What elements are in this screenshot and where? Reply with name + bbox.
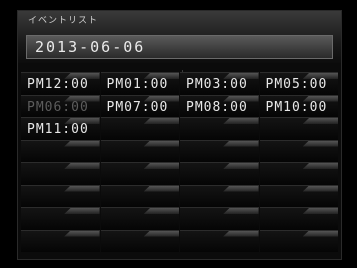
event-list-screen: イベントリスト 2013-06-06 PM12:00 PM01:00 PM03:00… [0,0,357,268]
empty-slot [180,117,259,140]
empty-slot [21,139,100,162]
event-time-label: PM06:00 [27,99,89,115]
event-slot[interactable]: PM06:00 [21,94,100,117]
empty-slot [100,162,179,185]
empty-slot [180,207,259,230]
empty-slot [180,229,259,252]
empty-slot [259,184,338,207]
event-time-label: PM01:00 [106,77,169,92]
event-slot[interactable]: PM12:00 [21,72,100,95]
empty-slot [21,184,100,207]
event-grid: PM12:00 PM01:00 PM03:00 PM05:00 PM06:00 PM07:… [21,72,338,252]
event-slot[interactable]: PM07:00 [100,94,179,117]
event-slot[interactable]: PM01:00 [100,72,179,95]
header: イベントリスト 2013-06-06 [18,11,341,63]
date-field[interactable]: 2013-06-06 [26,35,333,59]
event-slot[interactable]: PM03:00 [180,72,259,95]
empty-slot [100,139,179,162]
empty-slot [21,229,100,252]
empty-slot [100,207,179,230]
event-time-label: PM07:00 [106,99,169,115]
page-title: イベントリスト [28,16,99,26]
empty-slot [21,207,100,230]
event-slot[interactable]: PM10:00 [259,94,338,117]
event-time-label: PM03:00 [186,77,248,92]
empty-slot [259,117,338,140]
event-time-label: PM10:00 [265,99,328,115]
empty-slot [259,162,338,185]
empty-slot [180,139,259,162]
event-slot[interactable]: PM05:00 [259,72,338,95]
empty-slot [21,162,100,185]
event-time-label: PM05:00 [265,77,328,92]
event-time-label: PM11:00 [27,122,89,137]
empty-slot [259,229,338,252]
empty-slot [259,139,338,162]
event-slot[interactable]: PM11:00 [21,117,100,140]
event-time-label: PM12:00 [27,77,89,92]
empty-slot [180,162,259,185]
empty-slot [100,117,179,140]
empty-slot [100,184,179,207]
empty-slot [100,229,179,252]
empty-slot [259,207,338,230]
event-slot[interactable]: PM08:00 [180,94,259,117]
empty-slot [180,184,259,207]
event-time-label: PM08:00 [186,99,248,115]
